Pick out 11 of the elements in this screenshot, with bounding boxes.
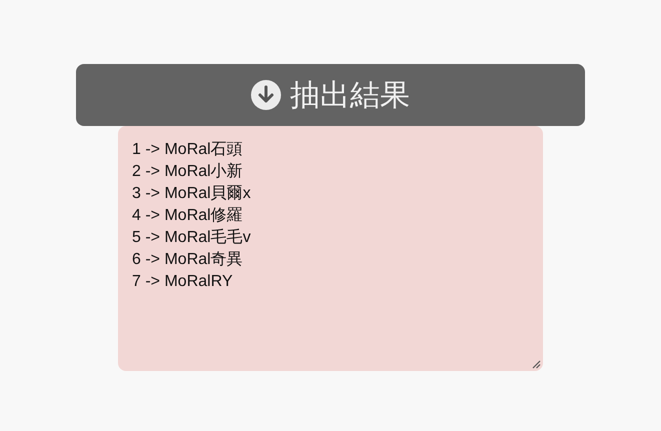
result-line: 7 -> MoRalRY — [132, 272, 234, 292]
extract-button[interactable]: 抽出結果 — [76, 64, 585, 126]
result-line: 6 -> MoRal奇異 — [132, 250, 244, 270]
resize-handle-icon[interactable] — [532, 360, 541, 369]
result-line: 1 -> MoRal石頭 — [132, 140, 244, 160]
result-line: 2 -> MoRal小新 — [132, 162, 244, 182]
result-line: 4 -> MoRal修羅 — [132, 206, 244, 226]
result-line: 5 -> MoRal毛毛v — [132, 228, 252, 248]
download-icon — [251, 80, 281, 110]
result-field[interactable]: 1 -> MoRal石頭 2 -> MoRal小新 3 -> MoRal貝爾x 4 -> MoRal修羅 5 -> MoRal毛毛v 6 -> MoRal奇異 7 -> MoRalRY — [118, 126, 543, 371]
result-line: 3 -> MoRal貝爾x — [132, 184, 252, 204]
